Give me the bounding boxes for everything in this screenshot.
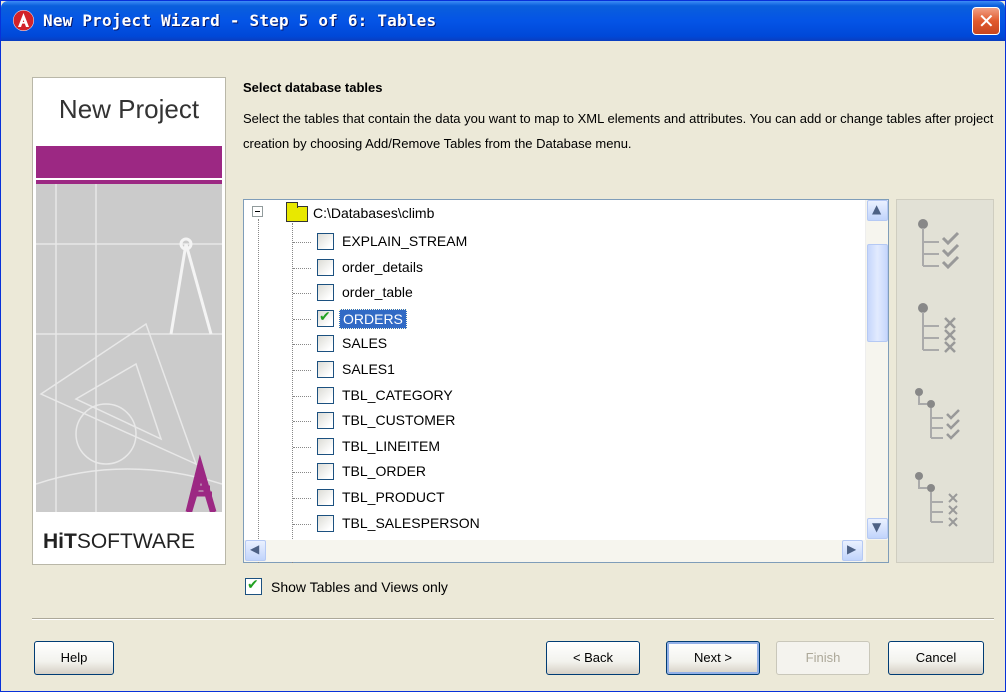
table-checkbox[interactable] bbox=[317, 387, 334, 404]
chevron-up-icon: ▲ bbox=[872, 202, 882, 216]
table-row[interactable]: TBL_CUSTOMER bbox=[1, 407, 601, 431]
table-name[interactable]: TBL_PRODUCT bbox=[339, 488, 448, 506]
table-row[interactable]: SALES1 bbox=[1, 356, 601, 380]
deselect-all-tables-button[interactable] bbox=[909, 298, 973, 362]
table-row[interactable]: ORDERS bbox=[1, 305, 601, 329]
tree-connector bbox=[293, 447, 311, 448]
table-name[interactable]: TBL_SALESPERSON bbox=[339, 514, 483, 532]
selection-actions-panel bbox=[896, 199, 994, 563]
table-name[interactable]: EXPLAIN_STREAM bbox=[339, 232, 470, 250]
cancel-button[interactable]: Cancel bbox=[888, 641, 984, 675]
table-row[interactable]: SALES bbox=[1, 330, 601, 354]
tree-connector bbox=[293, 268, 311, 269]
table-name[interactable]: order_table bbox=[339, 283, 416, 301]
check-children-icon bbox=[915, 388, 960, 440]
table-row[interactable]: order_table bbox=[1, 279, 601, 303]
scroll-up-button[interactable]: ▲ bbox=[867, 200, 888, 221]
table-checkbox[interactable] bbox=[317, 412, 334, 429]
table-name[interactable]: SALES1 bbox=[339, 360, 398, 378]
show-tables-checkbox[interactable] bbox=[245, 577, 262, 595]
table-checkbox[interactable] bbox=[317, 438, 334, 455]
footer-divider bbox=[32, 618, 994, 620]
table-checkbox[interactable] bbox=[317, 259, 334, 276]
table-row[interactable]: order_details bbox=[1, 254, 601, 278]
table-row[interactable]: TBL_CATEGORY bbox=[1, 382, 601, 406]
tree-connector bbox=[293, 319, 311, 320]
table-row[interactable]: TBL_ORDER bbox=[1, 458, 601, 482]
scroll-corner bbox=[866, 540, 888, 562]
table-name[interactable]: ORDERS bbox=[339, 309, 407, 329]
tree-connector bbox=[293, 344, 311, 345]
wizard-window: New Project Wizard - Step 5 of 6: Tables… bbox=[0, 0, 1006, 692]
table-row[interactable]: TBL_PRODUCT bbox=[1, 484, 601, 508]
scroll-thumb[interactable] bbox=[867, 244, 888, 342]
chevron-down-icon: ▼ bbox=[872, 520, 882, 534]
table-row[interactable]: EXPLAIN_STREAM bbox=[1, 228, 601, 252]
table-list: EXPLAIN_STREAM order_details order_table OR… bbox=[1, 1, 866, 540]
table-checkbox[interactable] bbox=[317, 361, 334, 378]
close-icon: ✕ bbox=[978, 9, 995, 33]
table-name[interactable]: TBL_LINEITEM bbox=[339, 437, 443, 455]
tree-connector bbox=[293, 421, 311, 422]
chevron-left-icon: ◀ bbox=[250, 542, 260, 556]
close-button[interactable]: ✕ bbox=[972, 7, 1000, 35]
table-checkbox[interactable] bbox=[317, 284, 334, 301]
table-row[interactable]: TBL_SALESPERSON bbox=[1, 510, 601, 534]
table-name[interactable]: TBL_ORDER bbox=[339, 462, 429, 480]
tree-connector bbox=[293, 293, 311, 294]
table-checkbox[interactable] bbox=[317, 515, 334, 532]
scroll-down-button[interactable]: ▼ bbox=[867, 518, 888, 539]
tree-connector bbox=[293, 524, 311, 525]
table-checkbox[interactable] bbox=[317, 463, 334, 480]
table-checkbox[interactable] bbox=[317, 489, 334, 506]
uncheck-all-icon bbox=[918, 303, 956, 353]
vertical-scrollbar[interactable]: ▲ ▼ bbox=[865, 200, 888, 541]
table-name[interactable]: SALES bbox=[339, 334, 390, 352]
table-name[interactable]: TBL_CATEGORY bbox=[339, 386, 456, 404]
back-button[interactable]: < Back bbox=[546, 641, 640, 675]
table-checkbox[interactable] bbox=[317, 233, 334, 250]
next-button[interactable]: Next > bbox=[666, 641, 760, 675]
table-row[interactable]: TBL_LINEITEM bbox=[1, 433, 601, 457]
scroll-right-button[interactable]: ▶ bbox=[842, 540, 863, 561]
table-name[interactable]: TBL_CUSTOMER bbox=[339, 411, 458, 429]
chevron-right-icon: ▶ bbox=[847, 542, 857, 556]
select-all-tables-button[interactable] bbox=[909, 214, 973, 278]
help-button[interactable]: Help bbox=[34, 641, 114, 675]
table-checkbox[interactable] bbox=[317, 335, 334, 352]
table-checkbox[interactable] bbox=[317, 309, 334, 327]
tree-connector bbox=[293, 498, 311, 499]
uncheck-children-icon bbox=[915, 472, 958, 527]
finish-button[interactable]: Finish bbox=[776, 641, 870, 675]
tree-connector bbox=[293, 242, 311, 243]
tree-connector bbox=[293, 370, 311, 371]
select-child-tables-button[interactable] bbox=[909, 382, 973, 446]
horizontal-scrollbar[interactable]: ◀ ▶ bbox=[244, 540, 866, 562]
show-tables-label[interactable]: Show Tables and Views only bbox=[271, 579, 448, 595]
tree-connector bbox=[293, 472, 311, 473]
check-all-icon bbox=[918, 219, 960, 270]
table-name[interactable]: order_details bbox=[339, 258, 426, 276]
deselect-child-tables-button[interactable] bbox=[909, 466, 973, 530]
tree-connector bbox=[293, 396, 311, 397]
scroll-left-button[interactable]: ◀ bbox=[245, 540, 266, 561]
